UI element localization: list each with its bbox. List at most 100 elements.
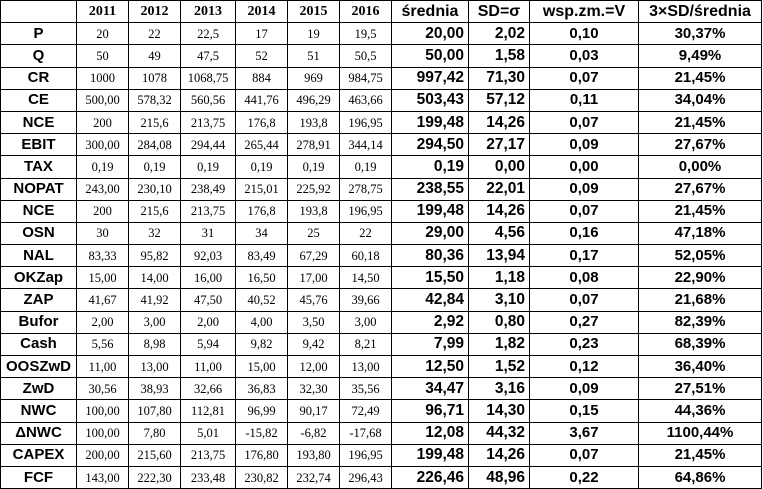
variation-cell[interactable]: 3,67 xyxy=(529,421,639,445)
year-value-cell[interactable]: 294,44 xyxy=(180,133,236,157)
year-value-cell[interactable]: 0,19 xyxy=(76,155,129,179)
mean-cell[interactable]: 199,48 xyxy=(391,199,469,223)
variation-cell[interactable]: 0,07 xyxy=(529,199,639,223)
variation-cell[interactable]: 0,15 xyxy=(529,399,639,423)
year-value-cell[interactable]: 90,17 xyxy=(287,399,340,423)
variation-cell[interactable]: 0,22 xyxy=(529,465,639,489)
ratio-cell[interactable]: 9,49% xyxy=(638,44,762,68)
mean-cell[interactable]: 20,00 xyxy=(391,22,469,46)
year-value-cell[interactable]: 32,66 xyxy=(180,377,236,401)
mean-cell[interactable]: 12,08 xyxy=(391,421,469,445)
header-corner-cell[interactable] xyxy=(0,0,77,24)
year-value-cell[interactable]: 16,00 xyxy=(180,266,236,290)
header-year-2014[interactable]: 2014 xyxy=(235,0,288,24)
row-label-cell[interactable]: NAL xyxy=(0,244,77,268)
year-value-cell[interactable]: 4,00 xyxy=(235,310,288,334)
year-value-cell[interactable]: 16,50 xyxy=(235,266,288,290)
year-value-cell[interactable]: 1000 xyxy=(76,66,129,90)
year-value-cell[interactable]: 296,43 xyxy=(339,465,392,489)
year-value-cell[interactable]: 47,50 xyxy=(180,288,236,312)
mean-cell[interactable]: 50,00 xyxy=(391,44,469,68)
ratio-cell[interactable]: 30,37% xyxy=(638,22,762,46)
year-value-cell[interactable]: 34 xyxy=(235,221,288,246)
variation-cell[interactable]: 0,09 xyxy=(529,377,639,401)
year-value-cell[interactable]: 213,75 xyxy=(180,199,236,223)
year-value-cell[interactable]: 215,01 xyxy=(235,177,288,201)
year-value-cell[interactable]: 17,00 xyxy=(287,266,340,290)
mean-cell[interactable]: 2,92 xyxy=(391,310,469,334)
year-value-cell[interactable]: 1078 xyxy=(128,66,181,90)
year-value-cell[interactable]: 22 xyxy=(339,221,392,246)
year-value-cell[interactable]: 32,30 xyxy=(287,377,340,401)
year-value-cell[interactable]: -6,82 xyxy=(287,421,340,445)
year-value-cell[interactable]: 193,8 xyxy=(287,199,340,223)
year-value-cell[interactable]: 8,98 xyxy=(128,332,181,357)
header-mean[interactable]: średnia xyxy=(391,0,469,24)
year-value-cell[interactable]: 11,00 xyxy=(76,354,129,379)
year-value-cell[interactable]: 213,75 xyxy=(180,443,236,467)
year-value-cell[interactable]: 22 xyxy=(128,22,181,46)
year-value-cell[interactable]: 213,75 xyxy=(180,110,236,135)
sd-cell[interactable]: 1,18 xyxy=(468,266,530,290)
year-value-cell[interactable]: 560,56 xyxy=(180,88,236,112)
ratio-cell[interactable]: 21,45% xyxy=(638,443,762,467)
sd-cell[interactable]: 1,82 xyxy=(468,332,530,357)
ratio-cell[interactable]: 27,67% xyxy=(638,133,762,157)
row-label-cell[interactable]: OSN xyxy=(0,221,77,246)
year-value-cell[interactable]: 5,56 xyxy=(76,332,129,357)
year-value-cell[interactable]: 19 xyxy=(287,22,340,46)
year-value-cell[interactable]: 215,6 xyxy=(128,199,181,223)
year-value-cell[interactable]: 0,19 xyxy=(339,155,392,179)
year-value-cell[interactable]: 2,00 xyxy=(76,310,129,334)
year-value-cell[interactable]: 92,03 xyxy=(180,244,236,268)
mean-cell[interactable]: 238,55 xyxy=(391,177,469,201)
year-value-cell[interactable]: 67,29 xyxy=(287,244,340,268)
year-value-cell[interactable]: 19,5 xyxy=(339,22,392,46)
year-value-cell[interactable]: 215,6 xyxy=(128,110,181,135)
year-value-cell[interactable]: 83,49 xyxy=(235,244,288,268)
row-label-cell[interactable]: CR xyxy=(0,66,77,90)
year-value-cell[interactable]: 243,00 xyxy=(76,177,129,201)
variation-cell[interactable]: 0,07 xyxy=(529,443,639,467)
year-value-cell[interactable]: 3,00 xyxy=(128,310,181,334)
header-sd[interactable]: SD=σ xyxy=(468,0,530,24)
year-value-cell[interactable]: 14,00 xyxy=(128,266,181,290)
ratio-cell[interactable]: 44,36% xyxy=(638,399,762,423)
year-value-cell[interactable]: 496,29 xyxy=(287,88,340,112)
row-label-cell[interactable]: FCF xyxy=(0,465,77,489)
mean-cell[interactable]: 294,50 xyxy=(391,133,469,157)
year-value-cell[interactable]: 441,76 xyxy=(235,88,288,112)
mean-cell[interactable]: 96,71 xyxy=(391,399,469,423)
sd-cell[interactable]: 14,26 xyxy=(468,199,530,223)
year-value-cell[interactable]: 215,60 xyxy=(128,443,181,467)
row-label-cell[interactable]: P xyxy=(0,22,77,46)
sd-cell[interactable]: 14,26 xyxy=(468,110,530,135)
year-value-cell[interactable]: 222,30 xyxy=(128,465,181,489)
variation-cell[interactable]: 0,12 xyxy=(529,354,639,379)
year-value-cell[interactable]: 9,42 xyxy=(287,332,340,357)
variation-cell[interactable]: 0,03 xyxy=(529,44,639,68)
year-value-cell[interactable]: 3,50 xyxy=(287,310,340,334)
sd-cell[interactable]: 4,56 xyxy=(468,221,530,246)
year-value-cell[interactable]: 107,80 xyxy=(128,399,181,423)
year-value-cell[interactable]: 200 xyxy=(76,110,129,135)
year-value-cell[interactable]: 22,5 xyxy=(180,22,236,46)
year-value-cell[interactable]: 15,00 xyxy=(76,266,129,290)
year-value-cell[interactable]: 463,66 xyxy=(339,88,392,112)
year-value-cell[interactable]: 196,95 xyxy=(339,199,392,223)
year-value-cell[interactable]: 51 xyxy=(287,44,340,68)
mean-cell[interactable]: 15,50 xyxy=(391,266,469,290)
header-year-2011[interactable]: 2011 xyxy=(76,0,129,24)
ratio-cell[interactable]: 21,45% xyxy=(638,199,762,223)
header-year-2015[interactable]: 2015 xyxy=(287,0,340,24)
sd-cell[interactable]: 1,52 xyxy=(468,354,530,379)
ratio-cell[interactable]: 82,39% xyxy=(638,310,762,334)
sd-cell[interactable]: 57,12 xyxy=(468,88,530,112)
variation-cell[interactable]: 0,23 xyxy=(529,332,639,357)
variation-cell[interactable]: 0,10 xyxy=(529,22,639,46)
variation-cell[interactable]: 0,07 xyxy=(529,110,639,135)
year-value-cell[interactable]: 112,81 xyxy=(180,399,236,423)
sd-cell[interactable]: 0,00 xyxy=(468,155,530,179)
year-value-cell[interactable]: 230,10 xyxy=(128,177,181,201)
year-value-cell[interactable]: 100,00 xyxy=(76,421,129,445)
